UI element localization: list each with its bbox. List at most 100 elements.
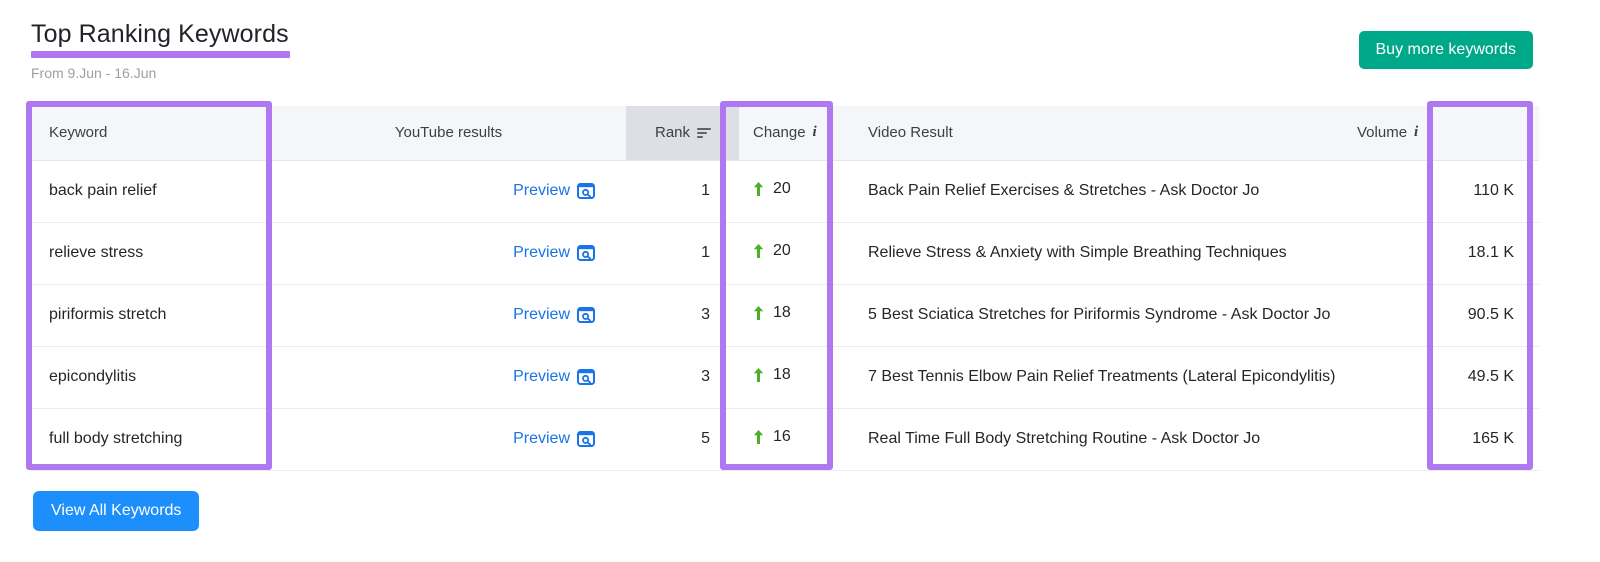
table-header: Keyword YouTube results Rank Change xyxy=(31,106,1539,160)
info-icon-change[interactable]: i xyxy=(813,125,817,140)
page-title-block: Top Ranking Keywords xyxy=(31,18,290,58)
volume-value: 110 K xyxy=(1473,182,1514,199)
video-result-title: 7 Best Tennis Elbow Pain Relief Treatmen… xyxy=(868,368,1335,385)
cell-youtube-results: Preview xyxy=(271,222,626,284)
arrow-up-icon xyxy=(753,367,764,383)
column-header-change[interactable]: Change i xyxy=(739,106,855,160)
cell-volume: 49.5 K xyxy=(1344,346,1539,408)
cell-video-result: 5 Best Sciatica Stretches for Piriformis… xyxy=(855,284,1344,346)
cell-keyword: epicondylitis xyxy=(31,346,271,408)
column-header-rank[interactable]: Rank xyxy=(626,106,739,160)
table-header-row: Keyword YouTube results Rank Change xyxy=(31,106,1539,160)
keywords-table-container: Keyword YouTube results Rank Change xyxy=(31,106,1539,471)
cell-keyword: back pain relief xyxy=(31,160,271,222)
sort-icon[interactable] xyxy=(697,127,712,139)
preview-link[interactable]: Preview xyxy=(513,182,595,200)
preview-link[interactable]: Preview xyxy=(513,244,595,262)
change-value: 18 xyxy=(773,304,791,322)
preview-search-icon xyxy=(577,369,595,385)
date-range-label: From 9.Jun - 16.Jun xyxy=(31,64,156,82)
column-header-volume-label: Volume xyxy=(1357,124,1407,141)
buy-more-keywords-button[interactable]: Buy more keywords xyxy=(1359,31,1534,69)
cell-rank: 3 xyxy=(626,284,739,346)
column-header-volume[interactable]: Volume i xyxy=(1344,106,1539,160)
cell-keyword: relieve stress xyxy=(31,222,271,284)
cell-rank: 1 xyxy=(626,160,739,222)
cell-volume: 90.5 K xyxy=(1344,284,1539,346)
video-result-title: Relieve Stress & Anxiety with Simple Bre… xyxy=(868,244,1287,261)
column-header-rank-label: Rank xyxy=(655,124,690,141)
rank-value: 3 xyxy=(701,368,710,385)
table-row[interactable]: full body stretching Preview 5 16 Real Time … xyxy=(31,408,1539,470)
cell-youtube-results: Preview xyxy=(271,346,626,408)
keyword-text: epicondylitis xyxy=(49,368,136,385)
cell-keyword: full body stretching xyxy=(31,408,271,470)
info-icon-volume[interactable]: i xyxy=(1414,125,1418,140)
cell-volume: 18.1 K xyxy=(1344,222,1539,284)
column-header-youtube-results-label: YouTube results xyxy=(395,124,502,141)
cell-rank: 3 xyxy=(626,346,739,408)
column-header-keyword-label: Keyword xyxy=(49,124,107,141)
video-result-title: Real Time Full Body Stretching Routine -… xyxy=(868,430,1260,447)
cell-rank: 1 xyxy=(626,222,739,284)
table-row[interactable]: epicondylitis Preview 3 18 7 Best Tennis Elb… xyxy=(31,346,1539,408)
change-value: 18 xyxy=(773,366,791,384)
video-result-title: 5 Best Sciatica Stretches for Piriformis… xyxy=(868,306,1330,323)
keyword-text: back pain relief xyxy=(49,182,157,199)
cell-video-result: Real Time Full Body Stretching Routine -… xyxy=(855,408,1344,470)
column-header-keyword[interactable]: Keyword xyxy=(31,106,271,160)
cell-youtube-results: Preview xyxy=(271,408,626,470)
cell-youtube-results: Preview xyxy=(271,160,626,222)
column-header-change-label: Change xyxy=(753,124,806,141)
table-row[interactable]: back pain relief Preview 1 20 Back Pain Reli… xyxy=(31,160,1539,222)
title-underline-highlight xyxy=(31,51,290,58)
preview-search-icon xyxy=(577,431,595,447)
rank-value: 1 xyxy=(701,244,710,261)
change-value: 20 xyxy=(773,242,791,260)
rank-value: 3 xyxy=(701,306,710,323)
preview-label: Preview xyxy=(513,306,570,324)
preview-link[interactable]: Preview xyxy=(513,430,595,448)
arrow-up-icon xyxy=(753,429,764,445)
cell-volume: 165 K xyxy=(1344,408,1539,470)
table-row[interactable]: piriformis stretch Preview 3 18 5 Best Sciat… xyxy=(31,284,1539,346)
cell-change: 16 xyxy=(739,408,855,470)
cell-video-result: Back Pain Relief Exercises & Stretches -… xyxy=(855,160,1344,222)
view-all-keywords-button[interactable]: View All Keywords xyxy=(33,491,199,531)
column-header-video-result[interactable]: Video Result xyxy=(855,106,1344,160)
cell-volume: 110 K xyxy=(1344,160,1539,222)
video-result-title: Back Pain Relief Exercises & Stretches -… xyxy=(868,182,1259,199)
cell-rank: 5 xyxy=(626,408,739,470)
preview-link[interactable]: Preview xyxy=(513,306,595,324)
cell-keyword: piriformis stretch xyxy=(31,284,271,346)
change-value: 16 xyxy=(773,428,791,446)
arrow-up-icon xyxy=(753,305,764,321)
preview-search-icon xyxy=(577,307,595,323)
table-body: back pain relief Preview 1 20 Back Pain Reli… xyxy=(31,160,1539,470)
keywords-table: Keyword YouTube results Rank Change xyxy=(31,106,1539,471)
rank-value: 5 xyxy=(701,430,710,447)
volume-value: 165 K xyxy=(1472,430,1514,447)
table-row[interactable]: relieve stress Preview 1 20 Relieve Stress &… xyxy=(31,222,1539,284)
top-ranking-keywords-widget: Top Ranking Keywords From 9.Jun - 16.Jun… xyxy=(0,0,1600,562)
preview-label: Preview xyxy=(513,430,570,448)
cell-video-result: Relieve Stress & Anxiety with Simple Bre… xyxy=(855,222,1344,284)
page-title: Top Ranking Keywords xyxy=(31,18,290,50)
cell-change: 20 xyxy=(739,222,855,284)
preview-link[interactable]: Preview xyxy=(513,368,595,386)
cell-change: 18 xyxy=(739,284,855,346)
cell-youtube-results: Preview xyxy=(271,284,626,346)
cell-change: 18 xyxy=(739,346,855,408)
keyword-text: relieve stress xyxy=(49,244,143,261)
rank-value: 1 xyxy=(701,182,710,199)
arrow-up-icon xyxy=(753,181,764,197)
preview-label: Preview xyxy=(513,368,570,386)
volume-value: 90.5 K xyxy=(1468,306,1514,323)
keyword-text: piriformis stretch xyxy=(49,306,166,323)
column-header-youtube-results[interactable]: YouTube results xyxy=(271,106,626,160)
preview-search-icon xyxy=(577,183,595,199)
arrow-up-icon xyxy=(753,243,764,259)
cell-change: 20 xyxy=(739,160,855,222)
keyword-text: full body stretching xyxy=(49,430,182,447)
change-value: 20 xyxy=(773,180,791,198)
